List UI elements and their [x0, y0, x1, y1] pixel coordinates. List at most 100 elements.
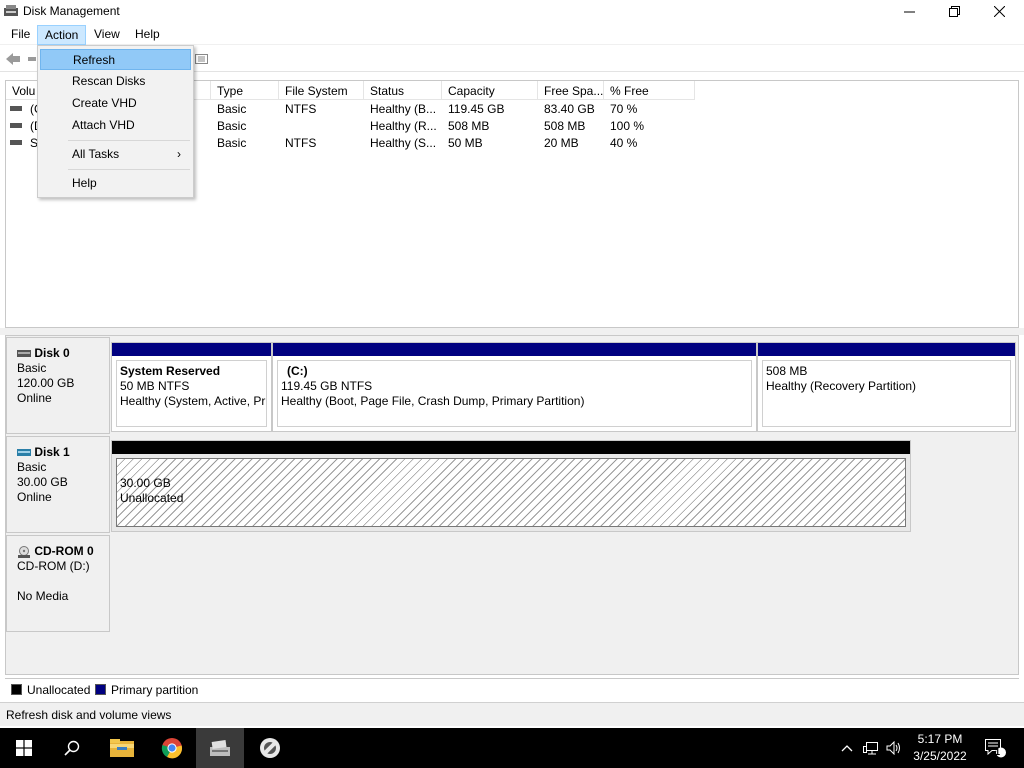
- volume-file-system: NTFS: [285, 102, 317, 116]
- menu-item-refresh[interactable]: Refresh: [40, 49, 191, 70]
- menu-item-label: Help: [72, 176, 97, 190]
- title-bar: Disk Management: [0, 0, 1024, 23]
- action-menu-dropdown: Refresh Rescan Disks Create VHD Attach V…: [37, 45, 194, 198]
- disk-0-label[interactable]: Disk 0 Basic 120.00 GB Online: [6, 337, 110, 434]
- menu-item-all-tasks[interactable]: All Tasks ›: [40, 144, 191, 165]
- menu-item-rescan-disks[interactable]: Rescan Disks: [40, 71, 191, 92]
- chrome-icon: [161, 738, 183, 759]
- partition-system-reserved[interactable]: System Reserved 50 MB NTFS Healthy (Syst…: [111, 342, 272, 432]
- menu-view[interactable]: View: [87, 25, 127, 45]
- column-header-file-system[interactable]: File System: [279, 81, 364, 100]
- properties-icon[interactable]: [194, 51, 210, 67]
- volume-type: Basic: [217, 136, 247, 150]
- volume-percent-free: 70 %: [610, 102, 638, 116]
- legend-primary-label: Primary partition: [111, 683, 199, 697]
- status-text: Refresh disk and volume views: [6, 708, 172, 722]
- restore-button[interactable]: [931, 0, 977, 23]
- show-hidden-icons-button[interactable]: [838, 728, 856, 768]
- menu-item-create-vhd[interactable]: Create VHD: [40, 93, 191, 114]
- partition-title: (C:): [287, 364, 308, 378]
- menu-item-label: Rescan Disks: [72, 74, 146, 88]
- partition-details: 30.00 GB Unallocated: [116, 458, 906, 527]
- volume-free-space: 83.40 GB: [544, 102, 595, 116]
- menu-item-label: Refresh: [73, 53, 116, 67]
- clock-time: 5:17 PM: [917, 732, 963, 746]
- legend-unallocated-swatch: [11, 684, 22, 695]
- wrench-gear-icon: [260, 738, 280, 758]
- disk-size: 120.00 GB: [17, 376, 75, 390]
- partition-size: 50 MB NTFS: [120, 379, 190, 393]
- disk-1-label[interactable]: Disk 1 Basic 30.00 GB Online: [6, 436, 110, 533]
- close-icon: [993, 6, 1005, 17]
- partition-c-drive[interactable]: (C:) 119.45 GB NTFS Healthy (Boot, Page …: [272, 342, 757, 432]
- menu-item-label: Create VHD: [72, 96, 137, 110]
- partition-details: System Reserved 50 MB NTFS Healthy (Syst…: [116, 360, 267, 427]
- volume-capacity: 119.45 GB: [448, 102, 505, 116]
- volume-free-space: 508 MB: [544, 119, 586, 133]
- cd-rom-icon: [18, 545, 30, 558]
- close-button[interactable]: [976, 0, 1022, 23]
- menu-action[interactable]: Action: [37, 25, 87, 45]
- disk-name: CD-ROM 0: [34, 544, 94, 558]
- partition-size: 30.00 GB: [120, 476, 171, 490]
- volume-capacity: 50 MB: [448, 136, 483, 150]
- disk-state: No Media: [17, 589, 69, 603]
- volume-status: Healthy (R...: [370, 119, 437, 133]
- taskbar-clock[interactable]: 5:17 PM 3/25/2022: [898, 731, 982, 765]
- disk-management-taskbar-button[interactable]: [196, 728, 244, 768]
- partition-title: System Reserved: [120, 364, 221, 378]
- menu-separator: [68, 169, 190, 170]
- partition-size: 508 MB: [766, 364, 808, 378]
- disk-management-app-icon: [4, 5, 18, 16]
- column-header-type[interactable]: Type: [211, 81, 279, 100]
- disk-drive-icon: [17, 449, 31, 457]
- partition-details: 508 MB Healthy (Recovery Partition): [762, 360, 1011, 427]
- action-center-button[interactable]: 1: [980, 728, 1010, 768]
- menu-item-label: Attach VHD: [72, 118, 135, 132]
- volume-status: Healthy (S...: [370, 136, 437, 150]
- partition-status: Healthy (Recovery Partition): [766, 379, 917, 393]
- volume-drive-icon: [10, 140, 22, 145]
- pane-splitter[interactable]: [0, 328, 1024, 335]
- menu-help[interactable]: Help: [128, 25, 167, 45]
- start-button[interactable]: [0, 728, 48, 768]
- menu-item-help[interactable]: Help: [40, 173, 191, 194]
- disk-state: Online: [17, 490, 52, 504]
- column-header-percent-free[interactable]: % Free: [604, 81, 695, 100]
- chrome-button[interactable]: [148, 728, 196, 768]
- menu-item-attach-vhd[interactable]: Attach VHD: [40, 115, 191, 136]
- search-icon: [64, 740, 80, 756]
- volume-percent-free: 40 %: [610, 136, 638, 150]
- file-explorer-button[interactable]: [98, 728, 146, 768]
- menu-item-label: All Tasks: [72, 147, 120, 161]
- menu-separator: [68, 140, 190, 141]
- search-button[interactable]: [48, 728, 96, 768]
- notification-count-badge: 1: [995, 747, 1001, 757]
- disk-graphical-view: Disk 0 Basic 120.00 GB Online System Res…: [5, 335, 1019, 675]
- partition-unallocated[interactable]: 30.00 GB Unallocated: [111, 440, 911, 532]
- minimize-button[interactable]: [886, 0, 932, 23]
- volume-percent-free: 100 %: [610, 119, 645, 133]
- cdrom-0-label[interactable]: CD-ROM 0 CD-ROM (D:) No Media: [6, 535, 110, 632]
- partition-recovery[interactable]: 508 MB Healthy (Recovery Partition): [757, 342, 1016, 432]
- column-header-status[interactable]: Status: [364, 81, 442, 100]
- primary-partition-bar: [112, 343, 271, 356]
- legend-unallocated-label: Unallocated: [27, 683, 91, 697]
- network-tray-button[interactable]: [861, 728, 881, 768]
- volume-drive-icon: [10, 123, 22, 128]
- volume-drive-icon: [10, 106, 22, 111]
- minimize-icon: [903, 11, 915, 13]
- disk-management-app-icon: [210, 740, 230, 756]
- disk-size: 30.00 GB: [17, 475, 68, 489]
- partition-status: Unallocated: [120, 491, 184, 505]
- column-header-free-space[interactable]: Free Spa...: [538, 81, 604, 100]
- tools-button[interactable]: [246, 728, 294, 768]
- back-arrow-icon[interactable]: [5, 51, 21, 67]
- column-header-capacity[interactable]: Capacity: [442, 81, 538, 100]
- submenu-arrow-icon: ›: [177, 147, 181, 161]
- legend: Unallocated Primary partition: [5, 678, 1019, 700]
- windows-logo-icon: [16, 740, 32, 756]
- disk-drive-icon: [17, 350, 31, 358]
- volume-capacity: 508 MB: [448, 119, 490, 133]
- menu-file[interactable]: File: [4, 25, 37, 45]
